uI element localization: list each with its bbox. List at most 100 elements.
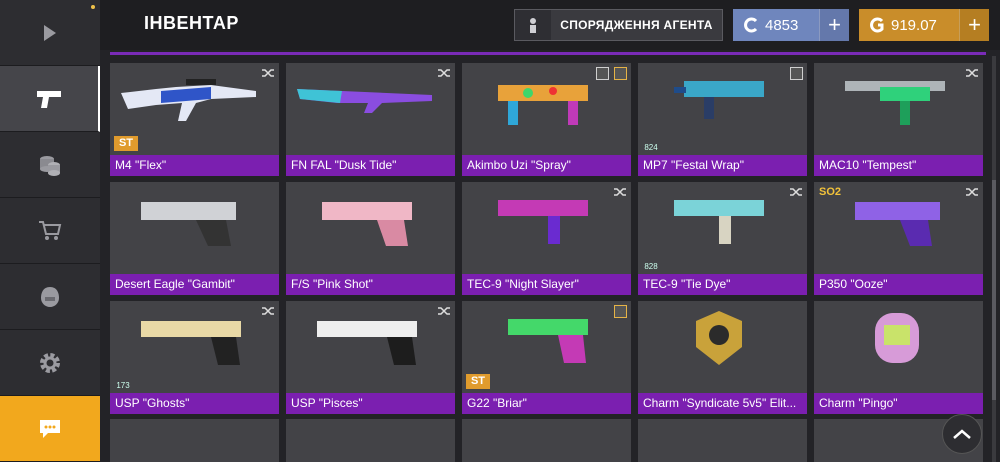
credits-display: 919.07 + [859, 9, 989, 41]
item-name: MAC10 "Tempest" [814, 155, 983, 176]
item-name: USP "Pisces" [286, 393, 455, 414]
inventory-item[interactable]: F/S "Pink Shot" [286, 182, 455, 295]
st-badge: ST [466, 374, 490, 389]
inventory-item[interactable]: ST M4 "Flex" [110, 63, 279, 176]
item-name: Charm "Syndicate 5v5" Elit... [638, 393, 807, 414]
charm-emblem-icon [696, 311, 742, 365]
pistol-icon [317, 321, 417, 365]
so2-badge: SO2 [819, 186, 842, 198]
sidebar-item-settings[interactable] [0, 330, 100, 396]
sidebar-item-chat[interactable] [0, 396, 100, 462]
agent-equipment-button[interactable]: СПОРЯДЖЕННЯ АГЕНТА [514, 9, 723, 41]
top-bar: ІНВЕНТАР СПОРЯДЖЕННЯ АГЕНТА 4853 + 919.0… [100, 0, 1000, 50]
shuffle-icon[interactable] [261, 67, 275, 79]
inventory-item[interactable]: Charm "Syndicate 5v5" Elit... [638, 301, 807, 414]
inventory-item[interactable] [462, 419, 631, 462]
notification-dot [91, 5, 95, 9]
item-name: F/S "Pink Shot" [286, 274, 455, 295]
equipped-checkbox[interactable] [614, 67, 627, 80]
helmet-icon [41, 286, 59, 307]
cod-points-value-wrap: 4853 [733, 17, 819, 34]
level-badge: 824 [644, 143, 658, 152]
item-name: Akimbo Uzi "Spray" [462, 155, 631, 176]
credits-icon [870, 17, 884, 33]
pistol-icon [855, 202, 940, 246]
inventory-item[interactable]: 824 MP7 "Festal Wrap" [638, 63, 807, 176]
sidebar-item-weapons[interactable] [0, 66, 100, 132]
item-name: G22 "Briar" [462, 393, 631, 414]
shuffle-icon[interactable] [613, 186, 627, 198]
inventory-item[interactable] [286, 419, 455, 462]
select-checkbox[interactable] [596, 67, 609, 80]
chevron-up-icon [953, 429, 971, 439]
sidebar-item-currency[interactable] [0, 132, 100, 198]
cart-icon [39, 220, 62, 240]
pistol-icon [37, 90, 61, 108]
agent-icon [530, 18, 536, 33]
scrollbar-thumb[interactable] [992, 180, 996, 400]
item-name: Charm "Pingo" [814, 393, 983, 414]
agent-equipment-label: СПОРЯДЖЕННЯ АГЕНТА [560, 18, 713, 32]
pistol-icon [141, 202, 236, 246]
inventory-screen: ІНВЕНТАР СПОРЯДЖЕННЯ АГЕНТА 4853 + 919.0… [0, 0, 1000, 462]
item-name: TEC-9 "Night Slayer" [462, 274, 631, 295]
inventory-item[interactable]: Akimbo Uzi "Spray" [462, 63, 631, 176]
buy-credits-button[interactable]: + [959, 9, 989, 41]
play-icon [44, 24, 56, 41]
item-name: TEC-9 "Tie Dye" [638, 274, 807, 295]
rifle-icon [121, 79, 256, 121]
item-name: P350 "Ooze" [814, 274, 983, 295]
inventory-item[interactable]: MAC10 "Tempest" [814, 63, 983, 176]
inventory-item[interactable] [638, 419, 807, 462]
sidebar-item-play[interactable] [0, 0, 100, 66]
inventory-item[interactable] [110, 419, 279, 462]
chat-icon [40, 419, 60, 438]
pistol-icon [674, 200, 764, 244]
gear-icon [40, 352, 60, 373]
inventory-item[interactable]: Charm "Pingo" [814, 301, 983, 414]
buy-cod-points-button[interactable]: + [819, 9, 849, 41]
cod-points-amount: 4853 [765, 16, 799, 34]
cod-points-display: 4853 + [733, 9, 849, 41]
shuffle-icon[interactable] [965, 186, 979, 198]
page-title: ІНВЕНТАР [144, 13, 239, 33]
level-badge: 828 [644, 262, 658, 271]
credits-amount: 919.07 [891, 16, 937, 34]
shuffle-icon[interactable] [437, 305, 451, 317]
shuffle-icon[interactable] [261, 305, 275, 317]
item-name: Desert Eagle "Gambit" [110, 274, 279, 295]
inventory-item[interactable]: USP "Pisces" [286, 301, 455, 414]
item-name: USP "Ghosts" [110, 393, 279, 414]
coins-icon [40, 155, 60, 176]
level-badge: 173 [116, 381, 130, 390]
agent-icon-box [515, 10, 551, 40]
smg-icon [674, 81, 764, 119]
sidebar-item-store[interactable] [0, 198, 100, 264]
rifle-icon [297, 89, 432, 113]
shuffle-icon[interactable] [965, 67, 979, 79]
charm-pet-icon [875, 313, 919, 363]
item-name: FN FAL "Dusk Tide" [286, 155, 455, 176]
inventory-item[interactable]: FN FAL "Dusk Tide" [286, 63, 455, 176]
credits-value-wrap: 919.07 [859, 17, 959, 34]
scroll-to-top-button[interactable] [942, 414, 982, 454]
st-badge: ST [114, 136, 138, 151]
inventory-item[interactable]: ST G22 "Briar" [462, 301, 631, 414]
inventory-item[interactable]: SO2 P350 "Ooze" [814, 182, 983, 295]
item-name: MP7 "Festal Wrap" [638, 155, 807, 176]
smg-icon [845, 81, 945, 125]
select-checkbox[interactable] [790, 67, 803, 80]
grid-top-edge [110, 52, 986, 55]
inventory-item[interactable]: TEC-9 "Night Slayer" [462, 182, 631, 295]
equipped-checkbox[interactable] [614, 305, 627, 318]
shuffle-icon[interactable] [437, 67, 451, 79]
cod-points-icon [744, 17, 758, 33]
item-name: M4 "Flex" [110, 155, 279, 176]
pistol-icon [322, 202, 412, 246]
inventory-item[interactable]: 828 TEC-9 "Tie Dye" [638, 182, 807, 295]
inventory-item[interactable]: Desert Eagle "Gambit" [110, 182, 279, 295]
inventory-item[interactable]: 173 USP "Ghosts" [110, 301, 279, 414]
pistol-icon [508, 319, 588, 363]
sidebar-item-operators[interactable] [0, 264, 100, 330]
shuffle-icon[interactable] [789, 186, 803, 198]
